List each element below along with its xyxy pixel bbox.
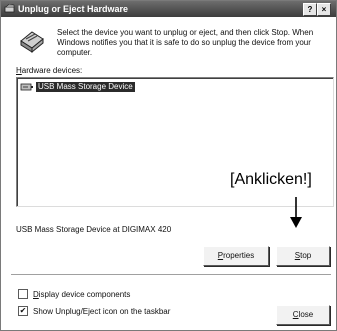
eject-hardware-icon: [4, 4, 15, 13]
stop-button[interactable]: Stop: [276, 246, 330, 266]
arrow-down-icon: [290, 197, 302, 228]
separator: [11, 274, 331, 276]
device-label: USB Mass Storage Device: [36, 81, 135, 92]
show-icon-option[interactable]: ✔ Show Unplug/Eject icon on the taskbar: [18, 306, 170, 316]
instructions-text: Select the device you want to unplug or …: [57, 28, 314, 57]
properties-button[interactable]: Properties: [203, 246, 269, 266]
show-icon-label: Show Unplug/Eject icon on the taskbar: [33, 306, 171, 316]
unplug-eject-window: Unplug or Eject Hardware ? × Select the …: [0, 0, 337, 331]
device-description: USB Mass Storage Device at DIGIMAX 420: [16, 225, 172, 234]
help-button[interactable]: ?: [303, 3, 317, 16]
hardware-devices-label: Hardware devices:: [16, 66, 83, 75]
window-title: Unplug or Eject Hardware: [18, 4, 129, 14]
hardware-icon: [20, 31, 44, 54]
title-bar[interactable]: Unplug or Eject Hardware ? ×: [1, 1, 336, 17]
close-window-button[interactable]: ×: [317, 3, 331, 16]
annotation-text: [Anklicken!]: [230, 171, 312, 188]
usb-device-icon: [20, 83, 33, 90]
display-components-option[interactable]: Display device components: [18, 289, 130, 299]
close-button[interactable]: Close: [276, 305, 330, 325]
list-item-usb-mass-storage[interactable]: USB Mass Storage Device: [20, 81, 135, 92]
display-components-checkbox[interactable]: [18, 289, 28, 299]
show-icon-checkbox[interactable]: ✔: [18, 306, 28, 316]
display-components-label: Display device components: [33, 289, 131, 299]
